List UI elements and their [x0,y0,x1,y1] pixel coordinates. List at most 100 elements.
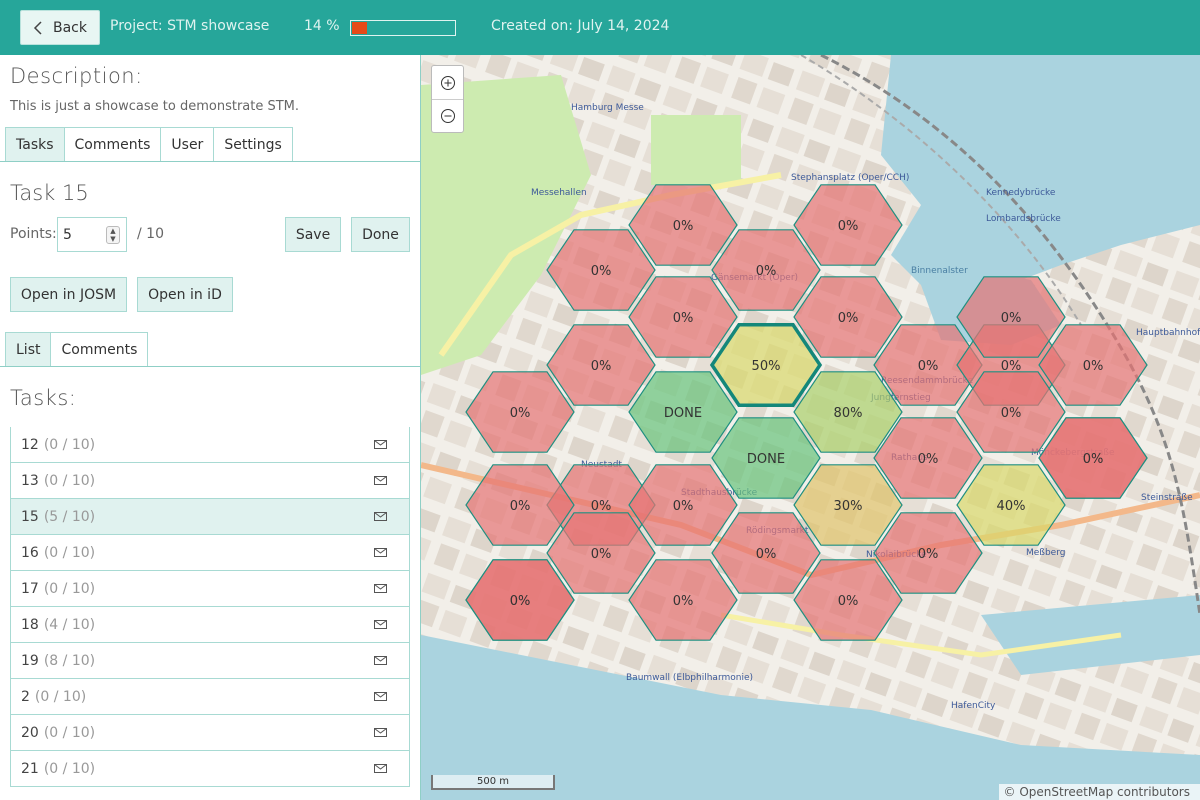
zoom-out-button[interactable] [432,99,463,132]
task-row[interactable]: 15 (5 / 10) [10,499,410,535]
task-row-id: 16 [21,544,39,561]
map-place-label: Meßberg [1026,548,1065,558]
task-cell-label: 0% [591,264,612,279]
task-cell-label: 0% [838,594,859,609]
task-cell-label: 0% [510,406,531,421]
tasks-heading: Tasks: [10,386,77,410]
task-cell-label: 0% [673,219,694,234]
task-row-points: (4 / 10) [43,616,96,633]
envelope-icon [374,512,387,521]
open-josm-button[interactable]: Open in JOSM [10,277,127,312]
task-row[interactable]: 21 (0 / 10) [10,751,410,787]
task-cell-label: 0% [1083,452,1104,467]
plus-icon [440,75,455,90]
scale-bar: 500 m [431,775,555,790]
description-title: Description: [10,64,143,88]
task-row-id: 18 [21,616,39,633]
task-cell-label: 0% [1083,359,1104,374]
task-row-points: (0 / 10) [43,472,96,489]
points-max: / 10 [137,226,164,242]
save-button[interactable]: Save [285,217,341,252]
task-cell-label: 30% [834,499,863,514]
zoom-in-button[interactable] [432,66,463,99]
task-row-id: 13 [21,472,39,489]
envelope-icon [374,728,387,737]
task-cell-label: 0% [510,594,531,609]
task-cell-label: DONE [664,406,702,421]
task-row[interactable]: 2 (0 / 10) [10,679,410,715]
task-row-points: (0 / 10) [43,436,96,453]
envelope-icon [374,656,387,665]
task-row-points: (8 / 10) [43,652,96,669]
task-row-points: (5 / 10) [43,508,96,525]
task-row[interactable]: 19 (8 / 10) [10,643,410,679]
attribution-suffix: contributors [1117,785,1190,799]
task-cell-label: 0% [918,359,939,374]
tab-settings[interactable]: Settings [214,127,293,162]
top-bar: Back Project: STM showcase 14 % Created … [0,0,1200,55]
back-button[interactable]: Back [20,10,100,45]
tab-user[interactable]: User [161,127,215,162]
description-text: This is just a showcase to demonstrate S… [10,99,300,114]
points-input[interactable]: 5 ▲ ▼ [57,217,127,252]
task-cell-label: 0% [591,359,612,374]
task-row-points: (0 / 10) [34,688,87,705]
task-row-id: 2 [21,688,30,705]
task-row[interactable]: 20 (0 / 10) [10,715,410,751]
map-place-label: Stephansplatz (Oper/CCH) [791,173,909,183]
task-row[interactable]: 13 (0 / 10) [10,463,410,499]
progress-bar [350,20,456,36]
task-cell-label: 0% [591,547,612,562]
points-value: 5 [63,226,72,243]
task-row[interactable]: 17 (0 / 10) [10,571,410,607]
back-button-label: Back [53,19,87,36]
points-stepper[interactable]: ▲ ▼ [106,226,120,244]
sub-tabs: List Comments [5,332,149,367]
attribution-prefix: © [1003,785,1016,799]
map-place-label: Lombardsbrücke [986,214,1061,224]
task-row-id: 12 [21,436,39,453]
task-cell-label: 0% [1001,406,1022,421]
task-cell-label: 0% [838,311,859,326]
task-cell-label: DONE [747,452,785,467]
tab-task-comments[interactable]: Comments [51,332,149,367]
progress-percent: 14 % [304,18,340,34]
task-cell-label: 0% [756,264,777,279]
task-row-id: 15 [21,508,39,525]
task-cell-label: 0% [510,499,531,514]
task-row-points: (0 / 10) [43,760,96,777]
map-attribution: © OpenStreetMap contributors [998,784,1200,800]
task-row-id: 20 [21,724,39,741]
chevron-left-icon [33,20,42,35]
task-row[interactable]: 12 (0 / 10) [10,427,410,463]
task-cell-label: 0% [673,499,694,514]
map-place-label: Hauptbahnhof Nord [1136,328,1200,338]
task-cell-label: 0% [673,311,694,326]
envelope-icon [374,548,387,557]
task-list: 12 (0 / 10) 13 (0 / 10) 15 (5 / 10) 16 (0 / 10)… [10,427,410,800]
map[interactable]: Hamburg Messe Messehallen Stephansplatz (O… [421,55,1200,800]
task-row-points: (0 / 10) [43,724,96,741]
tab-list[interactable]: List [5,332,52,367]
tab-tasks[interactable]: Tasks [5,127,65,162]
envelope-icon [374,440,387,449]
map-canvas[interactable]: Hamburg Messe Messehallen Stephansplatz (O… [421,55,1200,800]
task-row-points: (0 / 10) [43,580,96,597]
tab-comments[interactable]: Comments [64,127,162,162]
minus-icon [440,109,455,123]
envelope-icon [374,692,387,701]
created-date: Created on: July 14, 2024 [491,18,670,34]
task-row-id: 19 [21,652,39,669]
task-row[interactable]: 16 (0 / 10) [10,535,410,571]
attribution-link[interactable]: OpenStreetMap [1019,785,1113,799]
done-button[interactable]: Done [351,217,410,252]
open-id-button[interactable]: Open in iD [137,277,233,312]
task-row[interactable]: 18 (4 / 10) [10,607,410,643]
zoom-control [431,65,464,133]
sidebar: Description: This is just a showcase to … [0,55,421,800]
map-place-label: HafenCity [951,701,996,711]
map-place-label: Binnenalster [911,266,968,276]
divider [0,366,420,367]
task-row-id: 21 [21,760,39,777]
map-place-label: Messehallen [531,188,587,198]
